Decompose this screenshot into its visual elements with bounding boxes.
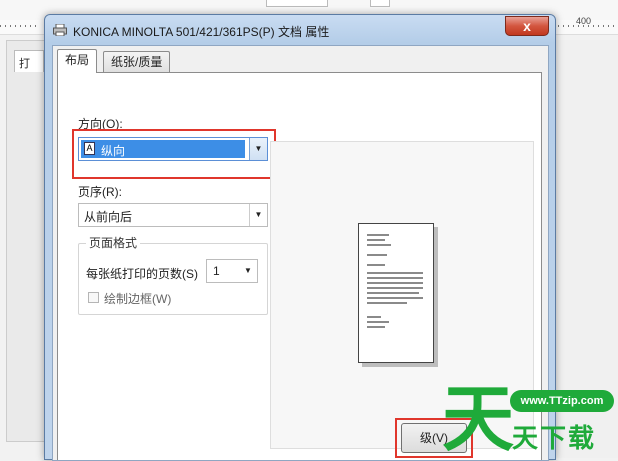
ruler-ticks-left (0, 25, 40, 27)
background-top-field-2 (370, 0, 390, 7)
page-order-label: 页序(R): (78, 185, 122, 199)
dialog-titlebar[interactable]: KONICA MINOLTA 501/421/361PS(P) 文档 属性 x (45, 15, 555, 45)
printer-icon (53, 24, 67, 36)
background-side-panel (6, 40, 48, 442)
watermark-text: 天下载 (512, 424, 597, 454)
background-side-tab[interactable]: 打 (14, 50, 44, 72)
pages-per-sheet-select[interactable]: 1 ▼ (206, 259, 258, 283)
page-preview-icon (358, 223, 434, 363)
draw-borders-label: 绘制边框(W) (104, 292, 172, 306)
background-top-field (266, 0, 328, 7)
ruler-number: 400 (576, 16, 592, 26)
pages-per-sheet-value: 1 (213, 264, 220, 278)
chevron-down-icon[interactable]: ▼ (249, 204, 267, 226)
orientation-highlight-box (72, 129, 276, 179)
draw-borders-checkbox[interactable] (88, 292, 99, 303)
page-format-title: 页面格式 (86, 234, 141, 251)
page-order-value: 从前向后 (84, 210, 133, 224)
chevron-down-icon[interactable]: ▼ (239, 260, 257, 282)
page-order-select[interactable]: 从前向后 ▼ (78, 203, 268, 227)
watermark-url: www.TTzip.com (510, 390, 614, 412)
tab-paper-quality[interactable]: 纸张/质量 (103, 51, 171, 72)
close-button[interactable]: x (505, 16, 549, 36)
watermark-logo: 天 (442, 377, 515, 461)
tab-layout[interactable]: 布局 (57, 49, 98, 73)
pages-per-sheet-label: 每张纸打印的页数(S) (86, 267, 198, 281)
dialog-title: KONICA MINOLTA 501/421/361PS(P) 文档 属性 (73, 25, 330, 39)
